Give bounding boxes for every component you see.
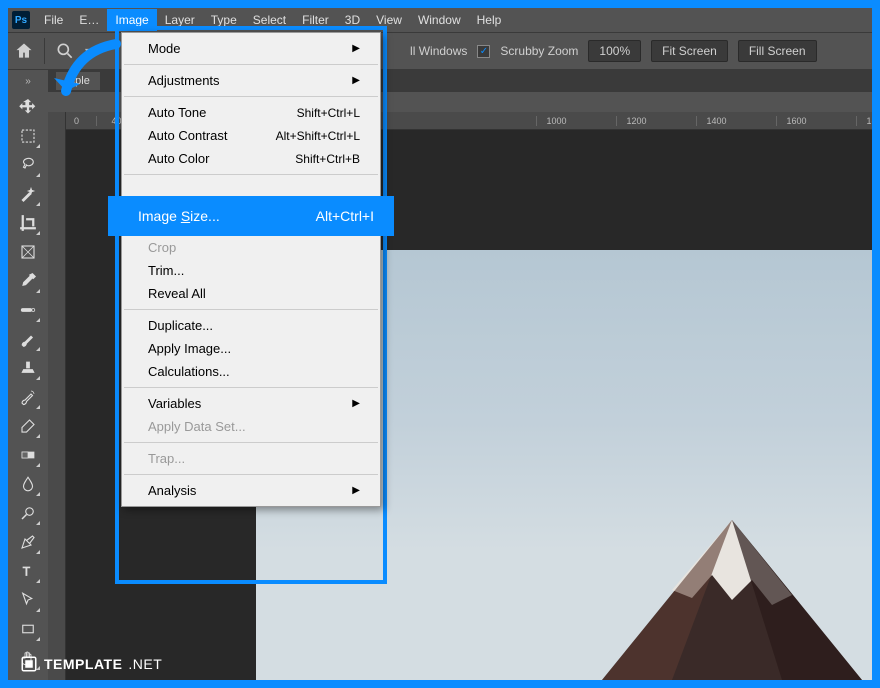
pen-tool[interactable]	[15, 529, 41, 555]
menu-window[interactable]: Window	[410, 9, 469, 31]
menu-item-variables[interactable]: Variables▶	[122, 392, 380, 415]
collapse-chevrons-icon[interactable]: »	[25, 76, 31, 87]
app-logo: Ps	[12, 11, 30, 29]
menu-file[interactable]: File	[36, 9, 71, 31]
menu-edit[interactable]: E…	[71, 9, 107, 31]
fill-screen-button[interactable]: Fill Screen	[738, 40, 817, 62]
watermark: TEMPLATE .NET	[20, 655, 162, 673]
vertical-ruler	[48, 112, 66, 680]
resize-windows-label: ll Windows	[410, 44, 467, 58]
eyedropper-tool[interactable]	[15, 268, 41, 294]
watermark-suffix: .NET	[128, 656, 162, 672]
divider	[44, 38, 45, 64]
menu-item-mode[interactable]: Mode▶	[122, 37, 380, 60]
menu-item-auto-tone[interactable]: Auto ToneShift+Ctrl+L	[122, 101, 380, 124]
type-tool[interactable]: T	[15, 558, 41, 584]
menu-item-calculations[interactable]: Calculations...	[122, 360, 380, 383]
magic-wand-tool[interactable]	[15, 181, 41, 207]
scrubby-zoom-label: Scrubby Zoom	[500, 44, 578, 58]
marquee-tool[interactable]	[15, 123, 41, 149]
eraser-tool[interactable]	[15, 413, 41, 439]
menu-item-adjustments[interactable]: Adjustments▶	[122, 69, 380, 92]
tools-panel: » T	[8, 70, 48, 680]
menu-item-trap: Trap...	[122, 447, 380, 470]
clone-stamp-tool[interactable]	[15, 355, 41, 381]
app-frame: Ps File E… Image Layer Type Select Filte…	[8, 8, 872, 680]
watermark-brand: TEMPLATE	[44, 656, 122, 672]
menu-item-auto-contrast[interactable]: Auto ContrastAlt+Shift+Ctrl+L	[122, 124, 380, 147]
menu-item-duplicate[interactable]: Duplicate...	[122, 314, 380, 337]
history-brush-tool[interactable]	[15, 384, 41, 410]
mountain-graphic	[562, 500, 862, 680]
frame-tool[interactable]	[15, 239, 41, 265]
crop-tool[interactable]	[15, 210, 41, 236]
menu-item-trim[interactable]: Trim...	[122, 259, 380, 282]
svg-text:T: T	[23, 565, 31, 579]
image-dropdown-menu: Mode▶ Adjustments▶ Auto ToneShift+Ctrl+L…	[121, 32, 381, 507]
submenu-arrow-icon: ▶	[352, 43, 360, 54]
scrubby-zoom-checkbox[interactable]: ✓	[477, 45, 490, 58]
brush-tool[interactable]	[15, 326, 41, 352]
annotation-arrow	[46, 36, 126, 121]
gradient-tool[interactable]	[15, 442, 41, 468]
watermark-icon	[20, 655, 38, 673]
healing-brush-tool[interactable]	[15, 297, 41, 323]
rectangle-tool[interactable]	[15, 616, 41, 642]
menu-item-shortcut: Alt+Ctrl+I	[316, 208, 374, 224]
blur-tool[interactable]	[15, 471, 41, 497]
menu-help[interactable]: Help	[469, 9, 510, 31]
dodge-tool[interactable]	[15, 500, 41, 526]
submenu-arrow-icon: ▶	[352, 398, 360, 409]
move-tool[interactable]	[15, 94, 41, 120]
menu-item-reveal-all[interactable]: Reveal All	[122, 282, 380, 305]
zoom-pct-field[interactable]: 100%	[588, 40, 641, 62]
menu-item-analysis[interactable]: Analysis▶	[122, 479, 380, 502]
fit-screen-button[interactable]: Fit Screen	[651, 40, 728, 62]
path-selection-tool[interactable]	[15, 587, 41, 613]
menu-item-apply-image[interactable]: Apply Image...	[122, 337, 380, 360]
submenu-arrow-icon: ▶	[352, 485, 360, 496]
menu-item-image-size[interactable]: Image Size... Alt+Ctrl+I	[108, 196, 394, 236]
home-icon[interactable]	[14, 41, 34, 61]
lasso-tool[interactable]	[15, 152, 41, 178]
submenu-arrow-icon: ▶	[352, 75, 360, 86]
menu-item-apply-data-set: Apply Data Set...	[122, 415, 380, 438]
menu-item-label: Image Size...	[138, 208, 220, 224]
menu-item-crop: Crop	[122, 236, 380, 259]
menu-item-auto-color[interactable]: Auto ColorShift+Ctrl+B	[122, 147, 380, 170]
